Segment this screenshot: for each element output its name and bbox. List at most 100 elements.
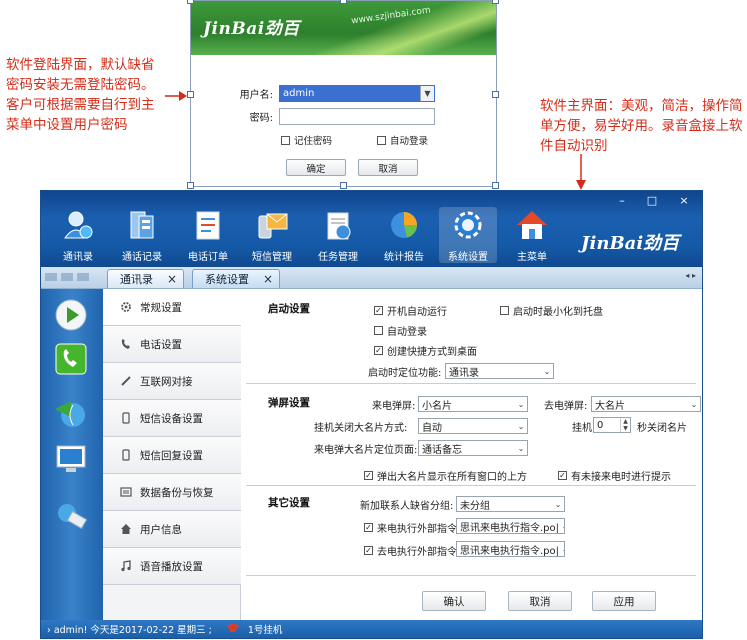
toolbar-task[interactable]: 任务管理 <box>309 207 367 263</box>
resize-handle[interactable] <box>187 0 194 4</box>
login-ok-button[interactable]: 确定 <box>286 159 346 176</box>
close-icon[interactable]: × <box>263 272 273 286</box>
card-locate-label: 来电弹大名片定位页面: <box>314 445 418 456</box>
top-most-checkbox[interactable]: ✓ 弹出大名片显示在所有窗口的上方 <box>364 468 527 483</box>
menu-item-internet[interactable]: 互联网对接 <box>103 363 241 400</box>
tab-settings[interactable]: 系统设置 × <box>192 269 281 288</box>
incoming-command-select[interactable]: 思讯来电执行指令.po|⌄ <box>456 518 565 534</box>
menu-item-voice[interactable]: 语音播放设置 <box>103 548 241 585</box>
menu-item-general[interactable]: 常规设置 <box>103 289 241 326</box>
login-cancel-button[interactable]: 取消 <box>358 159 418 176</box>
report-icon <box>386 207 422 243</box>
username-select[interactable]: admin ▼ <box>279 85 435 102</box>
default-group-label: 新加联系人缺省分组: <box>360 501 454 512</box>
apply-button[interactable]: 应用 <box>592 591 656 611</box>
outgoing-popup-label: 去电弹屏: <box>544 401 588 412</box>
startup-locate-select[interactable]: 通讯录 ⌄ <box>445 363 554 379</box>
monitor-phone-icon[interactable] <box>53 441 89 477</box>
close-mode-select[interactable]: 自动 ⌄ <box>418 418 528 434</box>
toolbar-contacts[interactable]: 通讯录 <box>49 207 107 263</box>
login-window: JinBai劲百 www.szjinbai.com 用户名: admin ▼ 密… <box>187 0 499 189</box>
minimize-tray-checkbox[interactable]: 启动时最小化到托盘 <box>500 303 603 318</box>
menu-item-user-info[interactable]: 用户信息 <box>103 511 241 548</box>
chevron-down-icon[interactable]: ▼ <box>420 86 434 101</box>
chevron-down-icon: ⌄ <box>559 542 564 556</box>
chevron-down-icon: ⌄ <box>517 421 525 431</box>
confirm-button[interactable]: 确认 <box>422 591 486 611</box>
toolbar-report[interactable]: 统计报告 <box>375 207 433 263</box>
chevron-down-icon: ⌄ <box>543 366 551 376</box>
status-bar: › admin! 今天是2017-02-22 星期三 ; 1号挂机 <box>41 620 702 638</box>
toolbar-call-log[interactable]: 通话记录 <box>113 207 171 263</box>
menu-item-sms-device[interactable]: 短信设备设置 <box>103 400 241 437</box>
gear-icon <box>119 301 132 314</box>
arrow-right-icon <box>165 91 187 101</box>
reply-icon <box>119 449 132 462</box>
call-icon[interactable] <box>53 341 89 377</box>
line-status: 1号挂机 <box>247 625 283 636</box>
satellite-icon[interactable] <box>53 497 89 533</box>
menu-item-sms-reply[interactable]: 短信回复设置 <box>103 437 241 474</box>
close-mode-label: 挂机关闭大名片方式: <box>314 423 408 434</box>
resize-handle[interactable] <box>492 0 499 4</box>
incoming-command-checkbox[interactable]: ✓ 来电执行外部指令 <box>364 520 457 535</box>
chevron-down-icon: ⌄ <box>517 399 525 409</box>
toolbar-order[interactable]: 电话订单 <box>179 207 237 263</box>
sms-icon <box>254 207 290 243</box>
resize-handle[interactable] <box>492 182 499 189</box>
annotation-main: 软件主界面：美观，简洁，操作简单方便，易学好用。录音盒接上软件自动识别 <box>540 98 743 154</box>
network-icon[interactable] <box>53 395 89 431</box>
startup-locate-label: 启动时定位功能: <box>368 368 442 379</box>
auto-login-setting-checkbox[interactable]: 自动登录 <box>374 323 427 338</box>
toolbar-settings[interactable]: 系统设置 <box>439 207 497 263</box>
incoming-popup-label: 来电弹屏: <box>372 401 416 412</box>
password-input[interactable] <box>279 108 435 125</box>
auto-login-checkbox[interactable]: 自动登录 <box>377 133 428 147</box>
chevron-down-icon: ⌄ <box>559 519 564 533</box>
chevron-down-icon: ⌄ <box>690 399 698 409</box>
incoming-popup-select[interactable]: 小名片 ⌄ <box>418 396 528 412</box>
resize-handle[interactable] <box>340 182 347 189</box>
main-window: – □ × 通讯录 通话记录 电话订单 短信管理 任务管理 统计报告 系统设置 … <box>40 190 703 639</box>
hangup-seconds-spinner[interactable]: 0 ▲ ▼ <box>593 417 631 433</box>
toolbar-sms[interactable]: 短信管理 <box>243 207 301 263</box>
autorun-checkbox[interactable]: ✓ 开机自动运行 <box>374 303 447 318</box>
resize-handle[interactable] <box>187 182 194 189</box>
quick-sidebar <box>41 289 103 620</box>
section-startup-title: 启动设置 <box>268 303 310 315</box>
menu-item-backup[interactable]: 数据备份与恢复 <box>103 474 241 511</box>
missed-call-checkbox[interactable]: ✓ 有未接来电时进行提示 <box>558 468 671 483</box>
outgoing-command-checkbox[interactable]: ✓ 去电执行外部指令 <box>364 543 457 558</box>
music-icon <box>119 560 132 573</box>
section-divider <box>246 383 696 384</box>
shortcut-checkbox[interactable]: ✓ 创建快捷方式到桌面 <box>374 343 477 358</box>
grip-handle[interactable] <box>45 273 99 283</box>
close-button[interactable]: × <box>672 193 696 207</box>
menu-item-phone[interactable]: 电话设置 <box>103 326 241 363</box>
section-popup-title: 弹屏设置 <box>268 397 310 409</box>
hangup-suffix: 秒关闭名片 <box>637 423 687 434</box>
resize-handle[interactable] <box>340 0 347 4</box>
tab-contacts[interactable]: 通讯录 × <box>107 269 185 288</box>
card-locate-select[interactable]: 通话备忘 ⌄ <box>418 440 528 456</box>
close-icon[interactable]: × <box>167 272 177 286</box>
tab-bar: 通讯录 × 系统设置 × ◂ ▸ <box>41 267 702 289</box>
section-other-title: 其它设置 <box>268 497 310 509</box>
outgoing-command-select[interactable]: 思讯来电执行指令.po|⌄ <box>456 541 565 557</box>
call-log-icon <box>124 207 160 243</box>
default-group-select[interactable]: 未分组 ⌄ <box>456 496 565 512</box>
cancel-button[interactable]: 取消 <box>508 591 572 611</box>
maximize-button[interactable]: □ <box>640 193 664 207</box>
tab-scroll-arrows[interactable]: ◂ ▸ <box>685 271 696 280</box>
minimize-button[interactable]: – <box>610 193 634 207</box>
play-icon[interactable] <box>53 297 89 333</box>
spinner-arrows-icon[interactable]: ▲ ▼ <box>620 418 630 432</box>
remember-password-checkbox[interactable]: 记住密码 <box>281 133 332 147</box>
resize-handle[interactable] <box>492 91 499 98</box>
annotation-login: 软件登陆界面，默认缺省密码安装无需登陆密码。客户可根据需要自行到主菜单中设置用户… <box>6 57 155 133</box>
password-row: 密码: <box>233 108 435 125</box>
toolbar-home[interactable]: 主菜单 <box>503 207 561 263</box>
outgoing-popup-select[interactable]: 大名片 ⌄ <box>591 396 701 412</box>
resize-handle[interactable] <box>187 91 194 98</box>
settings-content: 启动设置 ✓ 开机自动运行 启动时最小化到托盘 自动登录 ✓ 创建快捷方式到桌面 启… <box>242 289 702 620</box>
